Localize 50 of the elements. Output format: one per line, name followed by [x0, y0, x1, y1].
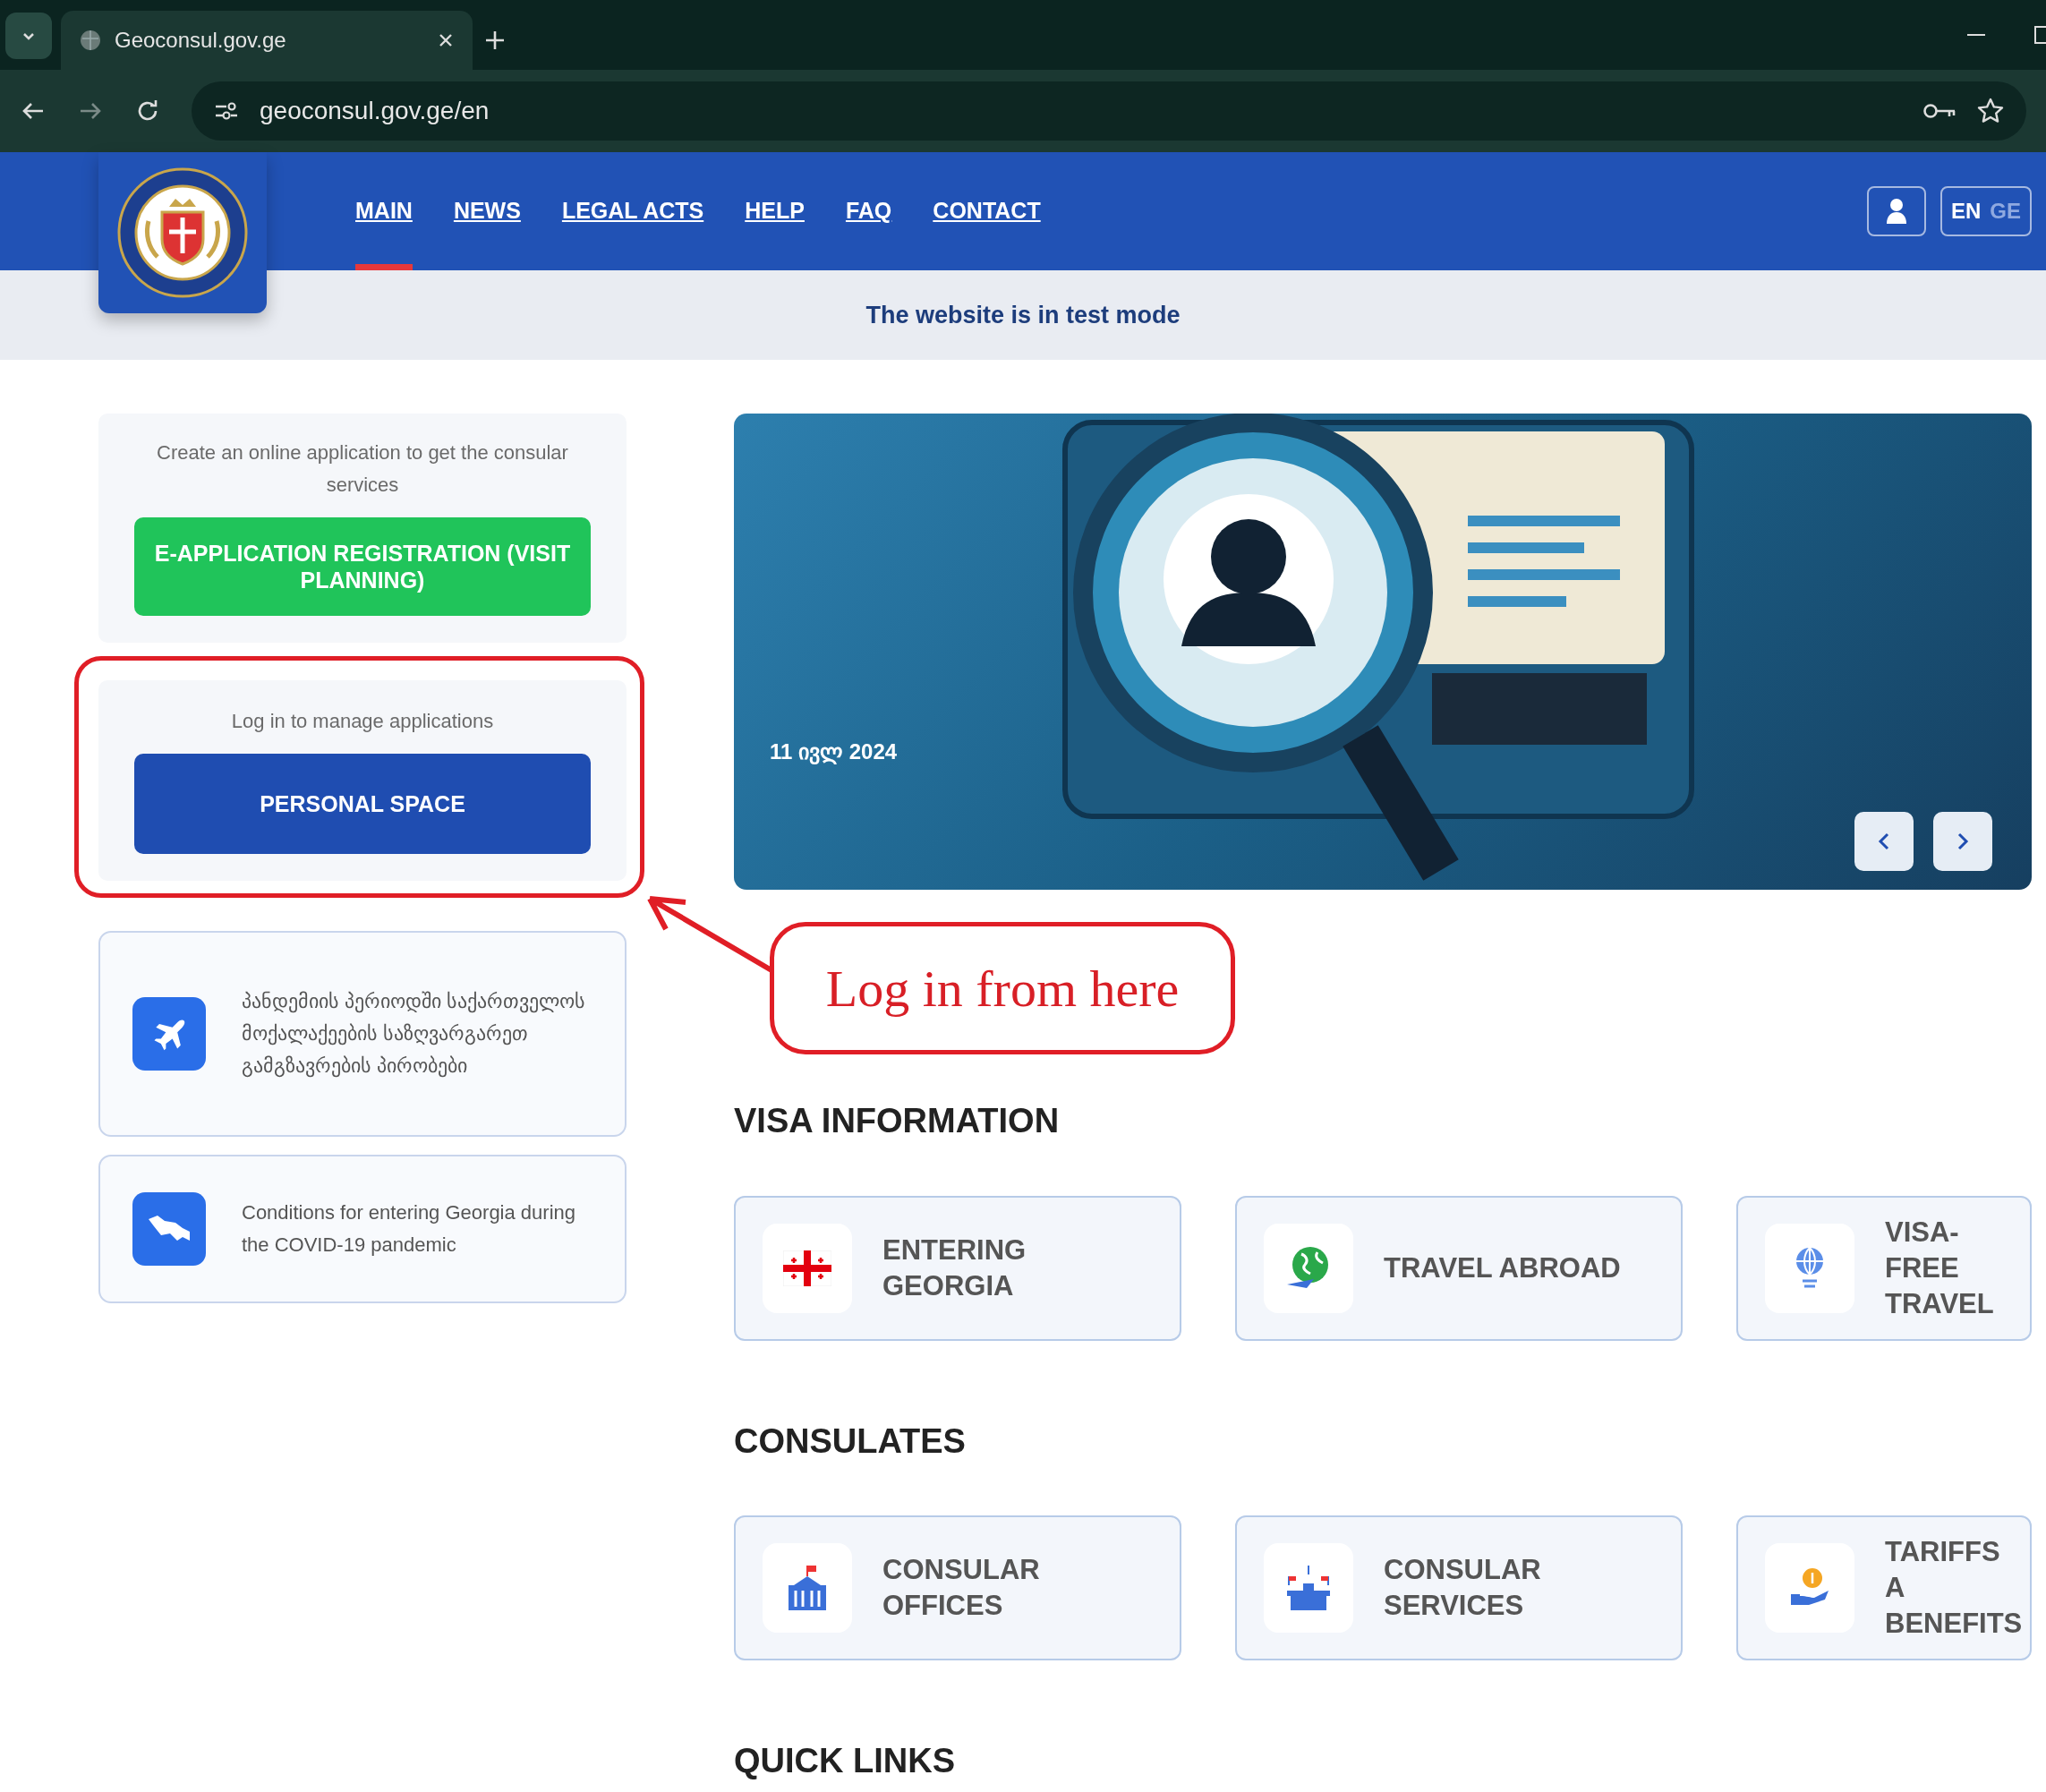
user-icon [1885, 198, 1907, 225]
card-label: TARIFFS A BENEFITS [1885, 1535, 2023, 1642]
nav-link[interactable]: CONTACT [912, 152, 1061, 270]
previous-slide-button[interactable] [1854, 812, 1914, 871]
nav-link[interactable]: HELP [724, 152, 825, 270]
slide-date: 11 ივლ 2024 [770, 738, 898, 766]
category-card[interactable]: TRAVEL ABROAD [1235, 1195, 1683, 1341]
panel-description: Create an online application to get the consular services [156, 440, 569, 498]
card-label: TRAVEL ABROAD [1384, 1250, 1621, 1285]
category-card[interactable]: ENTERING GEORGIA [734, 1195, 1181, 1341]
card-label: ENTERING GEORGIA [882, 1233, 1027, 1303]
language-switcher[interactable]: EN GE [1939, 186, 2032, 236]
maximize-icon[interactable] [2033, 25, 2046, 45]
section-heading: VISA INFORMATION [734, 1101, 1061, 1141]
flag-icon [783, 1250, 831, 1286]
nav-link[interactable]: MAIN [335, 152, 433, 270]
card-label: CONSULAR SERVICES [1384, 1553, 1542, 1624]
nav-link[interactable]: NEWS [432, 152, 541, 270]
url-text: geoconsul.gov.ge/en [260, 96, 490, 126]
news-slide[interactable]: 11 ივლ 2024 [734, 414, 2032, 890]
section-heading: CONSULATES [734, 1421, 967, 1462]
info-card[interactable]: Conditions for entering Georgia during the COVID-19 pandemic [98, 1155, 627, 1303]
card-label: CONSULAR OFFICES [882, 1553, 1041, 1624]
next-slide-button[interactable] [1933, 812, 1992, 871]
test-mode-notice: The website is in test mode [0, 270, 2046, 360]
info-card[interactable]: პანდემიის პერიოდში საქართველოს მოქალაქეების საზღვარგარეთ გამგზავრების პირობები [98, 931, 627, 1137]
language-option[interactable]: EN [1950, 195, 1982, 227]
logo-box[interactable] [98, 152, 267, 313]
category-card[interactable]: CONSULAR OFFICES [734, 1515, 1181, 1661]
section-heading: QUICK LINKS [734, 1741, 956, 1782]
category-card[interactable]: CONSULAR SERVICES [1235, 1515, 1683, 1661]
nav-link[interactable]: FAQ [824, 152, 913, 270]
tab-title: Geoconsul.gov.ge [115, 27, 287, 54]
category-card[interactable]: TARIFFS A BENEFITS [1736, 1515, 2032, 1661]
globe-icon [79, 29, 102, 52]
annotation-callout: Log in from here [770, 922, 1235, 1054]
category-card[interactable]: VISA-FREE TRAVEL [1736, 1195, 2032, 1341]
site-settings-icon[interactable] [213, 99, 240, 123]
card-label: VISA-FREE TRAVEL [1885, 1215, 1995, 1321]
bookmark-star-icon[interactable] [1976, 97, 2005, 125]
personal-space-button[interactable]: PERSONAL SPACE [134, 754, 591, 854]
card-text: Conditions for entering Georgia during the COVID-19 pandemic [242, 1200, 576, 1258]
minimize-icon[interactable] [1965, 32, 1987, 38]
browser-tab[interactable]: Geoconsul.gov.ge [61, 11, 473, 70]
panel-description: Log in to manage applications [230, 709, 495, 734]
address-bar[interactable]: geoconsul.gov.ge/en [192, 81, 2026, 141]
nav-link[interactable]: LEGAL ACTS [541, 152, 725, 270]
card-text: პანდემიის პერიოდში საქართველოს მოქალაქეების საზღვარგარეთ გამგზავრების პირობები [242, 989, 587, 1079]
user-button[interactable] [1866, 186, 1926, 236]
new-tab-icon[interactable] [483, 29, 507, 52]
